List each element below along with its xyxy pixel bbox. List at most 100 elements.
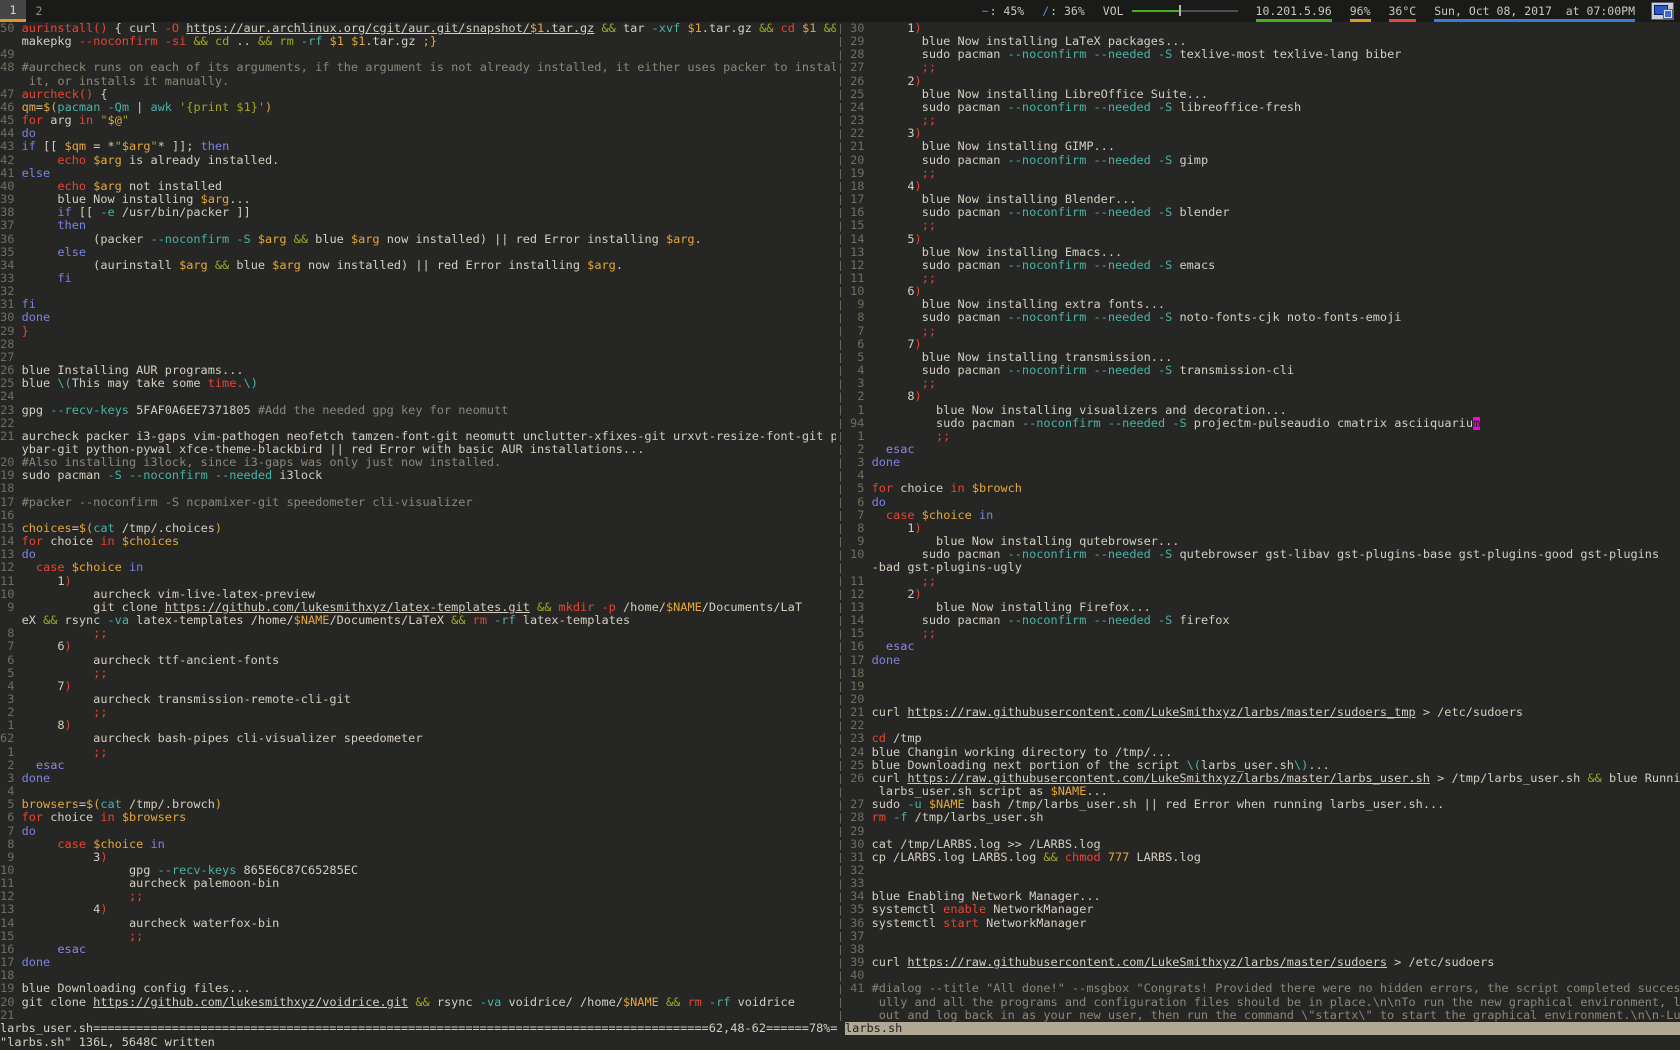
line-number: 16 xyxy=(850,206,864,219)
code-row: ully and all the programs and configurat… xyxy=(850,996,1680,1009)
line-number: 43 xyxy=(0,140,14,153)
volume-slider[interactable] xyxy=(1132,5,1238,17)
code-row: 7do xyxy=(0,825,836,838)
module-volume[interactable]: VOL xyxy=(1103,0,1238,22)
code-row: 15 ;; xyxy=(0,930,836,943)
line-number: 44 xyxy=(0,127,14,140)
line-number: 23 xyxy=(850,114,864,127)
line-number: 19 xyxy=(0,469,14,482)
code-row: 11 1) xyxy=(0,575,836,588)
code-row: 43if [[ $qm = *"$arg"* ]]; then xyxy=(0,140,836,153)
statusline-active: larbs.sh 94,78-92 96% xyxy=(845,1022,1680,1035)
system-tray[interactable] xyxy=(1651,0,1674,22)
line-number: 8 xyxy=(850,311,864,324)
line-number: 18 xyxy=(850,667,864,680)
code-row: out and log back in as your new user, th… xyxy=(850,1009,1680,1022)
code-row: 19sudo pacman -S --noconfirm --needed i3… xyxy=(0,469,836,482)
code-row: 41else xyxy=(0,167,836,180)
code-row: 30done xyxy=(0,311,836,324)
code-row: 10 sudo pacman --noconfirm --needed -S q… xyxy=(850,548,1680,561)
line-number: 19 xyxy=(850,680,864,693)
line-number: 16 xyxy=(850,640,864,653)
code-row: 14 5) xyxy=(850,233,1680,246)
code-row: ybar-git python-pywal xfce-theme-blackbi… xyxy=(0,443,836,456)
code-row: 25 blue Now installing LibreOffice Suite… xyxy=(850,88,1680,101)
code-row: 16 esac xyxy=(0,943,836,956)
line-number: 9 xyxy=(850,535,864,548)
workspace-2[interactable]: 2 xyxy=(26,0,52,22)
home-usage-icon: ~ xyxy=(982,4,989,18)
line-number: 49 xyxy=(0,48,14,61)
line-number: 14 xyxy=(0,535,14,548)
code-row: makepkg --noconfirm -si && cd .. && rm -… xyxy=(0,35,836,48)
code-row: 17 blue Now installing Blender... xyxy=(850,193,1680,206)
line-number: 17 xyxy=(850,193,864,206)
module-datetime: Sun, Oct 08, 2017 at 07:00PM xyxy=(1434,0,1635,22)
code-row: 47aurcheck() { xyxy=(0,88,836,101)
line-number: 25 xyxy=(0,377,14,390)
line-number: 28 xyxy=(850,48,864,61)
line-number: 6 xyxy=(0,654,14,667)
line-number: 11 xyxy=(0,575,14,588)
root-usage-icon: / xyxy=(1042,4,1049,18)
line-number: 42 xyxy=(0,154,14,167)
code-row: 5for choice in $browch xyxy=(850,482,1680,495)
line-number: 9 xyxy=(0,601,14,614)
module-home-usage: ~: 45% xyxy=(982,0,1025,22)
code-row: 14for choice in $choices xyxy=(0,535,836,548)
line-number: 21 xyxy=(850,706,864,719)
code-row: 21curl https://raw.githubusercontent.com… xyxy=(850,706,1680,719)
code-row: 40 echo $arg not installed xyxy=(0,180,836,193)
line-number: 20 xyxy=(850,154,864,167)
line-number: 30 xyxy=(850,22,864,35)
line-number: 38 xyxy=(850,943,864,956)
window-separator[interactable] xyxy=(836,22,846,1022)
line-number: 1 xyxy=(0,746,14,759)
code-row: 1 blue Now installing visualizers and de… xyxy=(850,404,1680,417)
code-row: 31fi xyxy=(0,298,836,311)
code-row: 19 ;; xyxy=(850,167,1680,180)
module-root-usage: /: 36% xyxy=(1042,0,1085,22)
vim-window-right[interactable]: 30 1)29 blue Now installing LaTeX packag… xyxy=(846,22,1680,1022)
line-number: 7 xyxy=(850,509,864,522)
line-number: 27 xyxy=(850,798,864,811)
code-row: 11 aurcheck palemoon-bin xyxy=(0,877,836,890)
code-row: 13 blue Now installing Firefox... xyxy=(850,601,1680,614)
code-row: 18 xyxy=(0,969,836,982)
code-row: 12 2) xyxy=(850,588,1680,601)
code-row: 22 3) xyxy=(850,127,1680,140)
code-row: 50aurinstall() { curl -O https://aur.arc… xyxy=(0,22,836,35)
line-number: 16 xyxy=(0,509,14,522)
code-row: 16 sudo pacman --noconfirm --needed -S b… xyxy=(850,206,1680,219)
line-number: 31 xyxy=(850,851,864,864)
vim-window-left[interactable]: 50aurinstall() { curl -O https://aur.arc… xyxy=(0,22,836,1022)
code-row: 9 blue Now installing extra fonts... xyxy=(850,298,1680,311)
code-row: 27sudo -u $NAME bash /tmp/larbs_user.sh … xyxy=(850,798,1680,811)
code-row: 27 ;; xyxy=(850,61,1680,74)
line-number: 20 xyxy=(0,996,14,1009)
code-row: 22 xyxy=(850,719,1680,732)
line-number: 14 xyxy=(850,233,864,246)
code-row: 39curl https://raw.githubusercontent.com… xyxy=(850,956,1680,969)
line-number: 27 xyxy=(0,351,14,364)
line-number: 11 xyxy=(850,272,864,285)
code-row: 38 xyxy=(850,943,1680,956)
code-row: 24 sudo pacman --noconfirm --needed -S l… xyxy=(850,101,1680,114)
line-number: 24 xyxy=(850,746,864,759)
line-number: 7 xyxy=(0,640,14,653)
code-row: 4 sudo pacman --noconfirm --needed -S tr… xyxy=(850,364,1680,377)
computer-monitor-icon[interactable] xyxy=(1651,2,1674,20)
code-row: 33 xyxy=(850,877,1680,890)
line-number: 26 xyxy=(0,364,14,377)
code-row: 27 xyxy=(0,351,836,364)
line-number: 24 xyxy=(850,101,864,114)
code-row: 30 1) xyxy=(850,22,1680,35)
code-row: 1 ;; xyxy=(0,746,836,759)
line-number: 36 xyxy=(0,233,14,246)
line-number: 45 xyxy=(0,114,14,127)
line-number: 62 xyxy=(0,732,22,745)
line-number: 35 xyxy=(850,903,864,916)
code-row: 17done xyxy=(850,654,1680,667)
line-number: 5 xyxy=(0,798,14,811)
workspace-1[interactable]: 1 xyxy=(0,0,26,22)
